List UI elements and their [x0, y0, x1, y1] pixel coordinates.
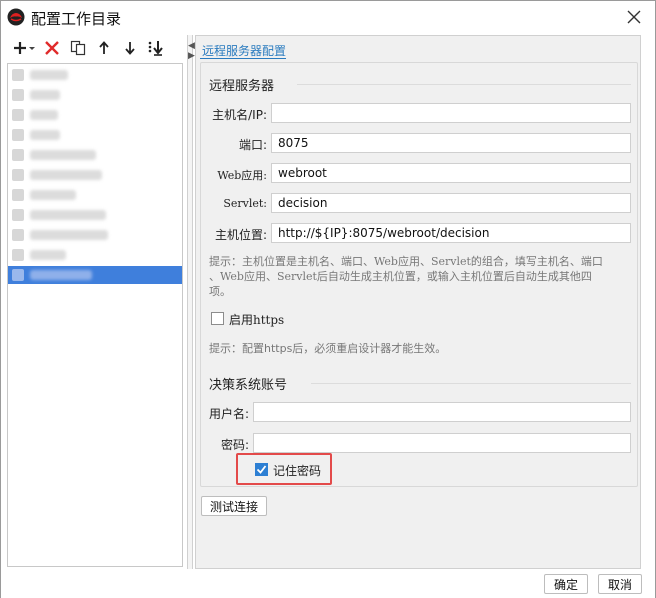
https-hint: 提示：配置https后，必须重启设计器才能生效。	[209, 342, 447, 355]
password-input[interactable]	[253, 433, 631, 453]
tree-item[interactable]	[8, 186, 182, 204]
tree-item[interactable]	[8, 66, 182, 84]
delete-x-icon	[45, 41, 59, 55]
section-divider	[297, 84, 631, 85]
window-title: 配置工作目录	[31, 10, 122, 28]
folder-icon	[12, 229, 24, 241]
webapp-input[interactable]: webroot	[271, 163, 631, 183]
config-workdir-dialog: 配置工作目录 ◀ ▶ 远程服务器配置 远程服务器 主机名/IP: 端口: 807…	[0, 0, 656, 598]
location-hint-line2: 、Web应用、Servlet后自动生成主机位置，或输入主机位置后自动生成其他四	[209, 270, 592, 283]
cancel-button[interactable]: 取消	[598, 574, 642, 594]
folder-icon	[12, 109, 24, 121]
left-panel	[5, 35, 187, 569]
port-label: 端口:	[238, 138, 267, 152]
copy-button[interactable]	[67, 37, 89, 59]
location-hint-line1: 提示：主机位置是主机名、端口、Web应用、Servlet的组合，填写主机名、端口	[209, 255, 603, 268]
tree-item-label-redacted	[30, 150, 96, 160]
section-divider	[311, 383, 631, 384]
tree-item-label-redacted	[30, 250, 66, 260]
host-input[interactable]	[271, 103, 631, 123]
app-logo-icon	[7, 8, 25, 26]
move-bottom-button[interactable]	[145, 37, 167, 59]
tree-item[interactable]	[8, 226, 182, 244]
tab-remote-server-config[interactable]: 远程服务器配置	[202, 42, 286, 59]
right-panel: 远程服务器配置 远程服务器 主机名/IP: 端口: 8075 Web应用: we…	[195, 35, 641, 569]
tree-item[interactable]	[8, 146, 182, 164]
https-checkbox[interactable]	[211, 312, 224, 325]
tree-item-label-redacted	[30, 130, 60, 140]
copy-icon	[70, 40, 86, 56]
folder-icon	[12, 249, 24, 261]
left-toolbar	[5, 35, 187, 61]
close-button[interactable]	[623, 6, 645, 28]
username-label: 用户名:	[208, 407, 249, 421]
highlight-annotation	[236, 453, 332, 485]
tree-item-selected[interactable]	[8, 266, 182, 284]
tree-item-label-redacted	[30, 170, 102, 180]
plus-dropdown-icon	[14, 42, 35, 54]
move-bottom-icon	[148, 41, 163, 56]
tree-item-label-redacted	[30, 110, 58, 120]
location-hint-line3: 项。	[209, 285, 231, 298]
config-content-box: 远程服务器 主机名/IP: 端口: 8075 Web应用: webroot Se…	[200, 62, 638, 487]
tree-item[interactable]	[8, 126, 182, 144]
arrow-down-icon	[125, 42, 135, 55]
workdir-tree[interactable]	[7, 63, 183, 567]
title-bar: 配置工作目录	[1, 1, 655, 33]
folder-icon	[12, 169, 24, 181]
location-label: 主机位置:	[214, 228, 267, 242]
https-label[interactable]: 启用https	[229, 311, 284, 328]
username-input[interactable]	[253, 402, 631, 422]
splitter-arrows[interactable]: ◀ ▶	[188, 41, 195, 61]
move-up-button[interactable]	[93, 37, 115, 59]
collapse-left-icon[interactable]: ◀	[188, 41, 195, 51]
folder-icon	[12, 129, 24, 141]
tree-item-label-redacted	[30, 210, 106, 220]
move-down-button[interactable]	[119, 37, 141, 59]
folder-icon	[12, 89, 24, 101]
account-section-title: 决策系统账号	[209, 378, 288, 393]
delete-button[interactable]	[41, 37, 63, 59]
remote-server-section-title: 远程服务器	[209, 79, 275, 94]
port-input[interactable]: 8075	[271, 133, 631, 153]
tree-item[interactable]	[8, 166, 182, 184]
location-hint: 提示：主机位置是主机名、端口、Web应用、Servlet的组合，填写主机名、端口…	[209, 254, 635, 299]
tree-item[interactable]	[8, 106, 182, 124]
password-label: 密码:	[220, 438, 249, 452]
folder-icon	[12, 209, 24, 221]
location-input[interactable]: http://${IP}:8075/webroot/decision	[271, 223, 631, 243]
tree-item[interactable]	[8, 86, 182, 104]
host-label: 主机名/IP:	[212, 108, 267, 122]
folder-icon	[12, 149, 24, 161]
tree-item-label-redacted	[30, 230, 108, 240]
folder-icon	[12, 69, 24, 81]
tree-item[interactable]	[8, 206, 182, 224]
collapse-right-icon[interactable]: ▶	[188, 51, 195, 61]
tree-item-label-redacted	[30, 90, 60, 100]
folder-icon	[12, 269, 24, 281]
tree-item-label-redacted	[30, 190, 76, 200]
ok-button[interactable]: 确定	[544, 574, 588, 594]
tree-item-label-redacted	[30, 270, 92, 280]
dialog-footer: 确定 取消	[1, 569, 655, 598]
arrow-up-icon	[99, 41, 109, 54]
tab-underline	[200, 58, 286, 59]
tree-item-label-redacted	[30, 70, 68, 80]
close-icon	[627, 10, 641, 24]
test-connection-button[interactable]: 测试连接	[201, 496, 267, 516]
servlet-input[interactable]: decision	[271, 193, 631, 213]
servlet-label: Servlet:	[223, 197, 267, 210]
add-button[interactable]	[11, 37, 37, 59]
webapp-label: Web应用:	[217, 169, 267, 182]
panel-splitter[interactable]	[187, 35, 193, 569]
tree-item[interactable]	[8, 246, 182, 264]
folder-icon	[12, 189, 24, 201]
